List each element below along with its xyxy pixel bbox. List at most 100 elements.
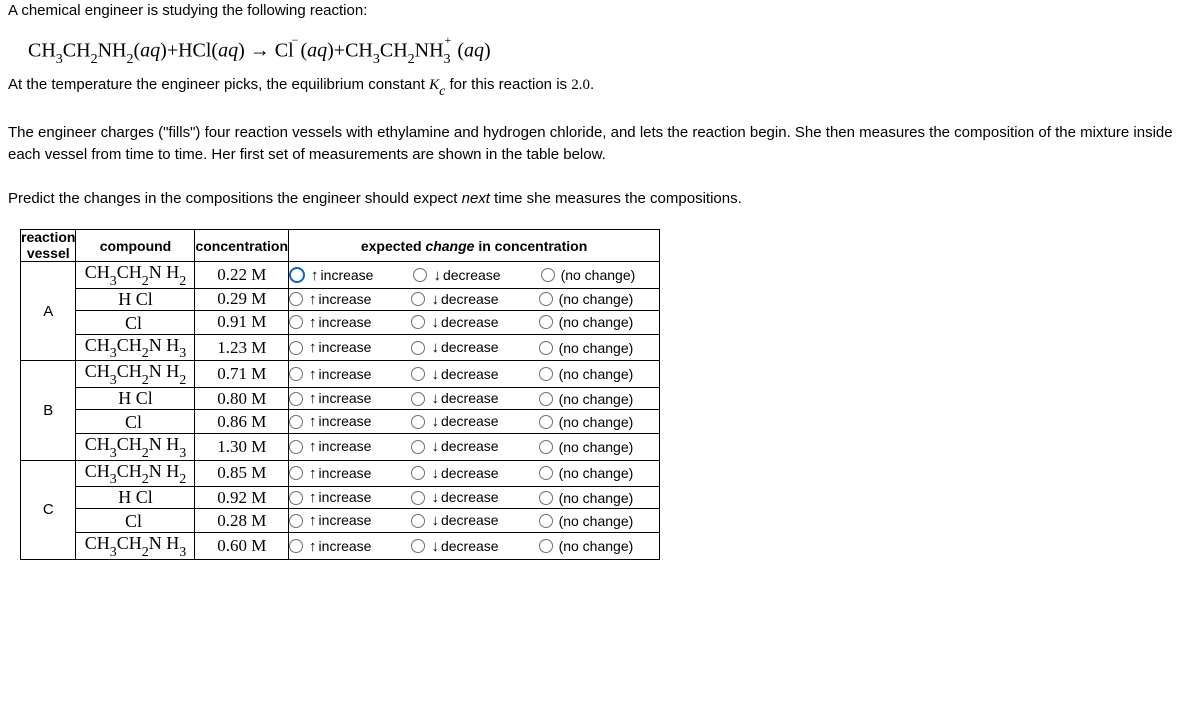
radio-icon[interactable] [411, 491, 425, 505]
radio-decrease[interactable]: ↓decrease [411, 489, 498, 506]
radio-icon[interactable] [539, 491, 553, 505]
concentration-cell: 0.60 M [195, 533, 289, 560]
header-expected-change: expected change in concentration [289, 230, 660, 262]
radio-decrease[interactable]: ↓decrease [411, 538, 498, 555]
radio-icon[interactable] [411, 466, 425, 480]
radio-icon[interactable] [289, 415, 303, 429]
radio-decrease[interactable]: ↓decrease [411, 291, 498, 308]
radio-increase[interactable]: ↑increase [289, 413, 371, 430]
radio-nochange[interactable]: (no change) [539, 366, 634, 382]
radio-increase[interactable]: ↑increase [289, 267, 373, 284]
radio-nochange[interactable]: (no change) [539, 490, 634, 506]
radio-icon[interactable] [539, 341, 553, 355]
radio-icon[interactable] [539, 514, 553, 528]
radio-icon[interactable] [289, 539, 303, 553]
radio-decrease[interactable]: ↓decrease [411, 413, 498, 430]
radio-increase[interactable]: ↑increase [289, 512, 371, 529]
radio-icon[interactable] [289, 392, 303, 406]
radio-nochange[interactable]: (no change) [539, 291, 634, 307]
header-compound: compound [76, 230, 195, 262]
concentration-cell: 0.92 M [195, 487, 289, 509]
compound-cell: H Cl [76, 388, 195, 410]
radio-increase[interactable]: ↑increase [289, 291, 371, 308]
compound-cell: CH3CH2N H3 [76, 533, 195, 560]
radio-increase[interactable]: ↑increase [289, 489, 371, 506]
expected-change-cell: ↑increase ↓decrease (no change) [289, 310, 660, 334]
expected-change-cell: ↑increase ↓decrease (no change) [289, 434, 660, 461]
up-arrow-icon: ↑ [309, 512, 317, 529]
radio-increase[interactable]: ↑increase [289, 314, 371, 331]
radio-nochange[interactable]: (no change) [539, 538, 634, 554]
radio-decrease[interactable]: ↓decrease [413, 267, 500, 284]
radio-increase[interactable]: ↑increase [289, 390, 371, 407]
radio-nochange[interactable]: (no change) [539, 439, 634, 455]
concentration-cell: 0.29 M [195, 288, 289, 310]
radio-icon[interactable] [289, 514, 303, 528]
down-arrow-icon: ↓ [431, 489, 439, 506]
radio-icon[interactable] [539, 392, 553, 406]
radio-nochange[interactable]: (no change) [539, 513, 634, 529]
up-arrow-icon: ↑ [309, 390, 317, 407]
radio-icon[interactable] [411, 415, 425, 429]
vessel-label: B [21, 361, 76, 460]
radio-icon[interactable] [411, 341, 425, 355]
radio-icon[interactable] [289, 440, 303, 454]
radio-icon[interactable] [539, 315, 553, 329]
up-arrow-icon: ↑ [309, 291, 317, 308]
compound-cell: Cl- [76, 509, 195, 533]
radio-nochange[interactable]: (no change) [539, 340, 634, 356]
radio-icon[interactable] [289, 341, 303, 355]
radio-icon[interactable] [411, 315, 425, 329]
radio-icon[interactable] [289, 292, 303, 306]
radio-increase[interactable]: ↑increase [289, 465, 371, 482]
compound-cell: Cl- [76, 310, 195, 334]
radio-icon[interactable] [289, 367, 303, 381]
radio-icon[interactable] [411, 539, 425, 553]
expected-change-cell: ↑increase ↓decrease (no change) [289, 533, 660, 560]
radio-increase[interactable]: ↑increase [289, 366, 371, 383]
radio-icon[interactable] [539, 466, 553, 480]
radio-decrease[interactable]: ↓decrease [411, 339, 498, 356]
up-arrow-icon: ↑ [311, 267, 319, 284]
radio-decrease[interactable]: ↓decrease [411, 314, 498, 331]
radio-decrease[interactable]: ↓decrease [411, 390, 498, 407]
radio-increase[interactable]: ↑increase [289, 538, 371, 555]
radio-icon[interactable] [539, 539, 553, 553]
radio-icon[interactable] [541, 268, 555, 282]
radio-nochange[interactable]: (no change) [539, 465, 634, 481]
compound-cell: CH3CH2N H2 [76, 262, 195, 289]
intro-line-3: The engineer charges ("fills") four reac… [8, 122, 1192, 166]
radio-icon[interactable] [289, 267, 305, 283]
radio-icon[interactable] [289, 491, 303, 505]
radio-icon[interactable] [411, 292, 425, 306]
radio-decrease[interactable]: ↓decrease [411, 366, 498, 383]
radio-nochange[interactable]: (no change) [539, 414, 634, 430]
radio-decrease[interactable]: ↓decrease [411, 438, 498, 455]
radio-nochange[interactable]: (no change) [541, 267, 636, 283]
radio-increase[interactable]: ↑increase [289, 438, 371, 455]
up-arrow-icon: ↑ [309, 489, 317, 506]
radio-increase[interactable]: ↑increase [289, 339, 371, 356]
concentration-cell: 0.80 M [195, 388, 289, 410]
compound-cell: Cl- [76, 410, 195, 434]
radio-nochange[interactable]: (no change) [539, 314, 634, 330]
radio-icon[interactable] [539, 440, 553, 454]
radio-icon[interactable] [539, 292, 553, 306]
radio-icon[interactable] [289, 466, 303, 480]
radio-icon[interactable] [289, 315, 303, 329]
radio-icon[interactable] [413, 268, 427, 282]
concentration-cell: 0.71 M [195, 361, 289, 388]
down-arrow-icon: ↓ [433, 267, 441, 284]
radio-decrease[interactable]: ↓decrease [411, 512, 498, 529]
radio-icon[interactable] [411, 367, 425, 381]
radio-icon[interactable] [411, 440, 425, 454]
radio-icon[interactable] [539, 367, 553, 381]
radio-decrease[interactable]: ↓decrease [411, 465, 498, 482]
radio-icon[interactable] [411, 392, 425, 406]
radio-nochange[interactable]: (no change) [539, 391, 634, 407]
concentration-cell: 0.22 M [195, 262, 289, 289]
radio-icon[interactable] [539, 415, 553, 429]
concentration-cell: 0.91 M [195, 310, 289, 334]
radio-icon[interactable] [411, 514, 425, 528]
up-arrow-icon: ↑ [309, 465, 317, 482]
